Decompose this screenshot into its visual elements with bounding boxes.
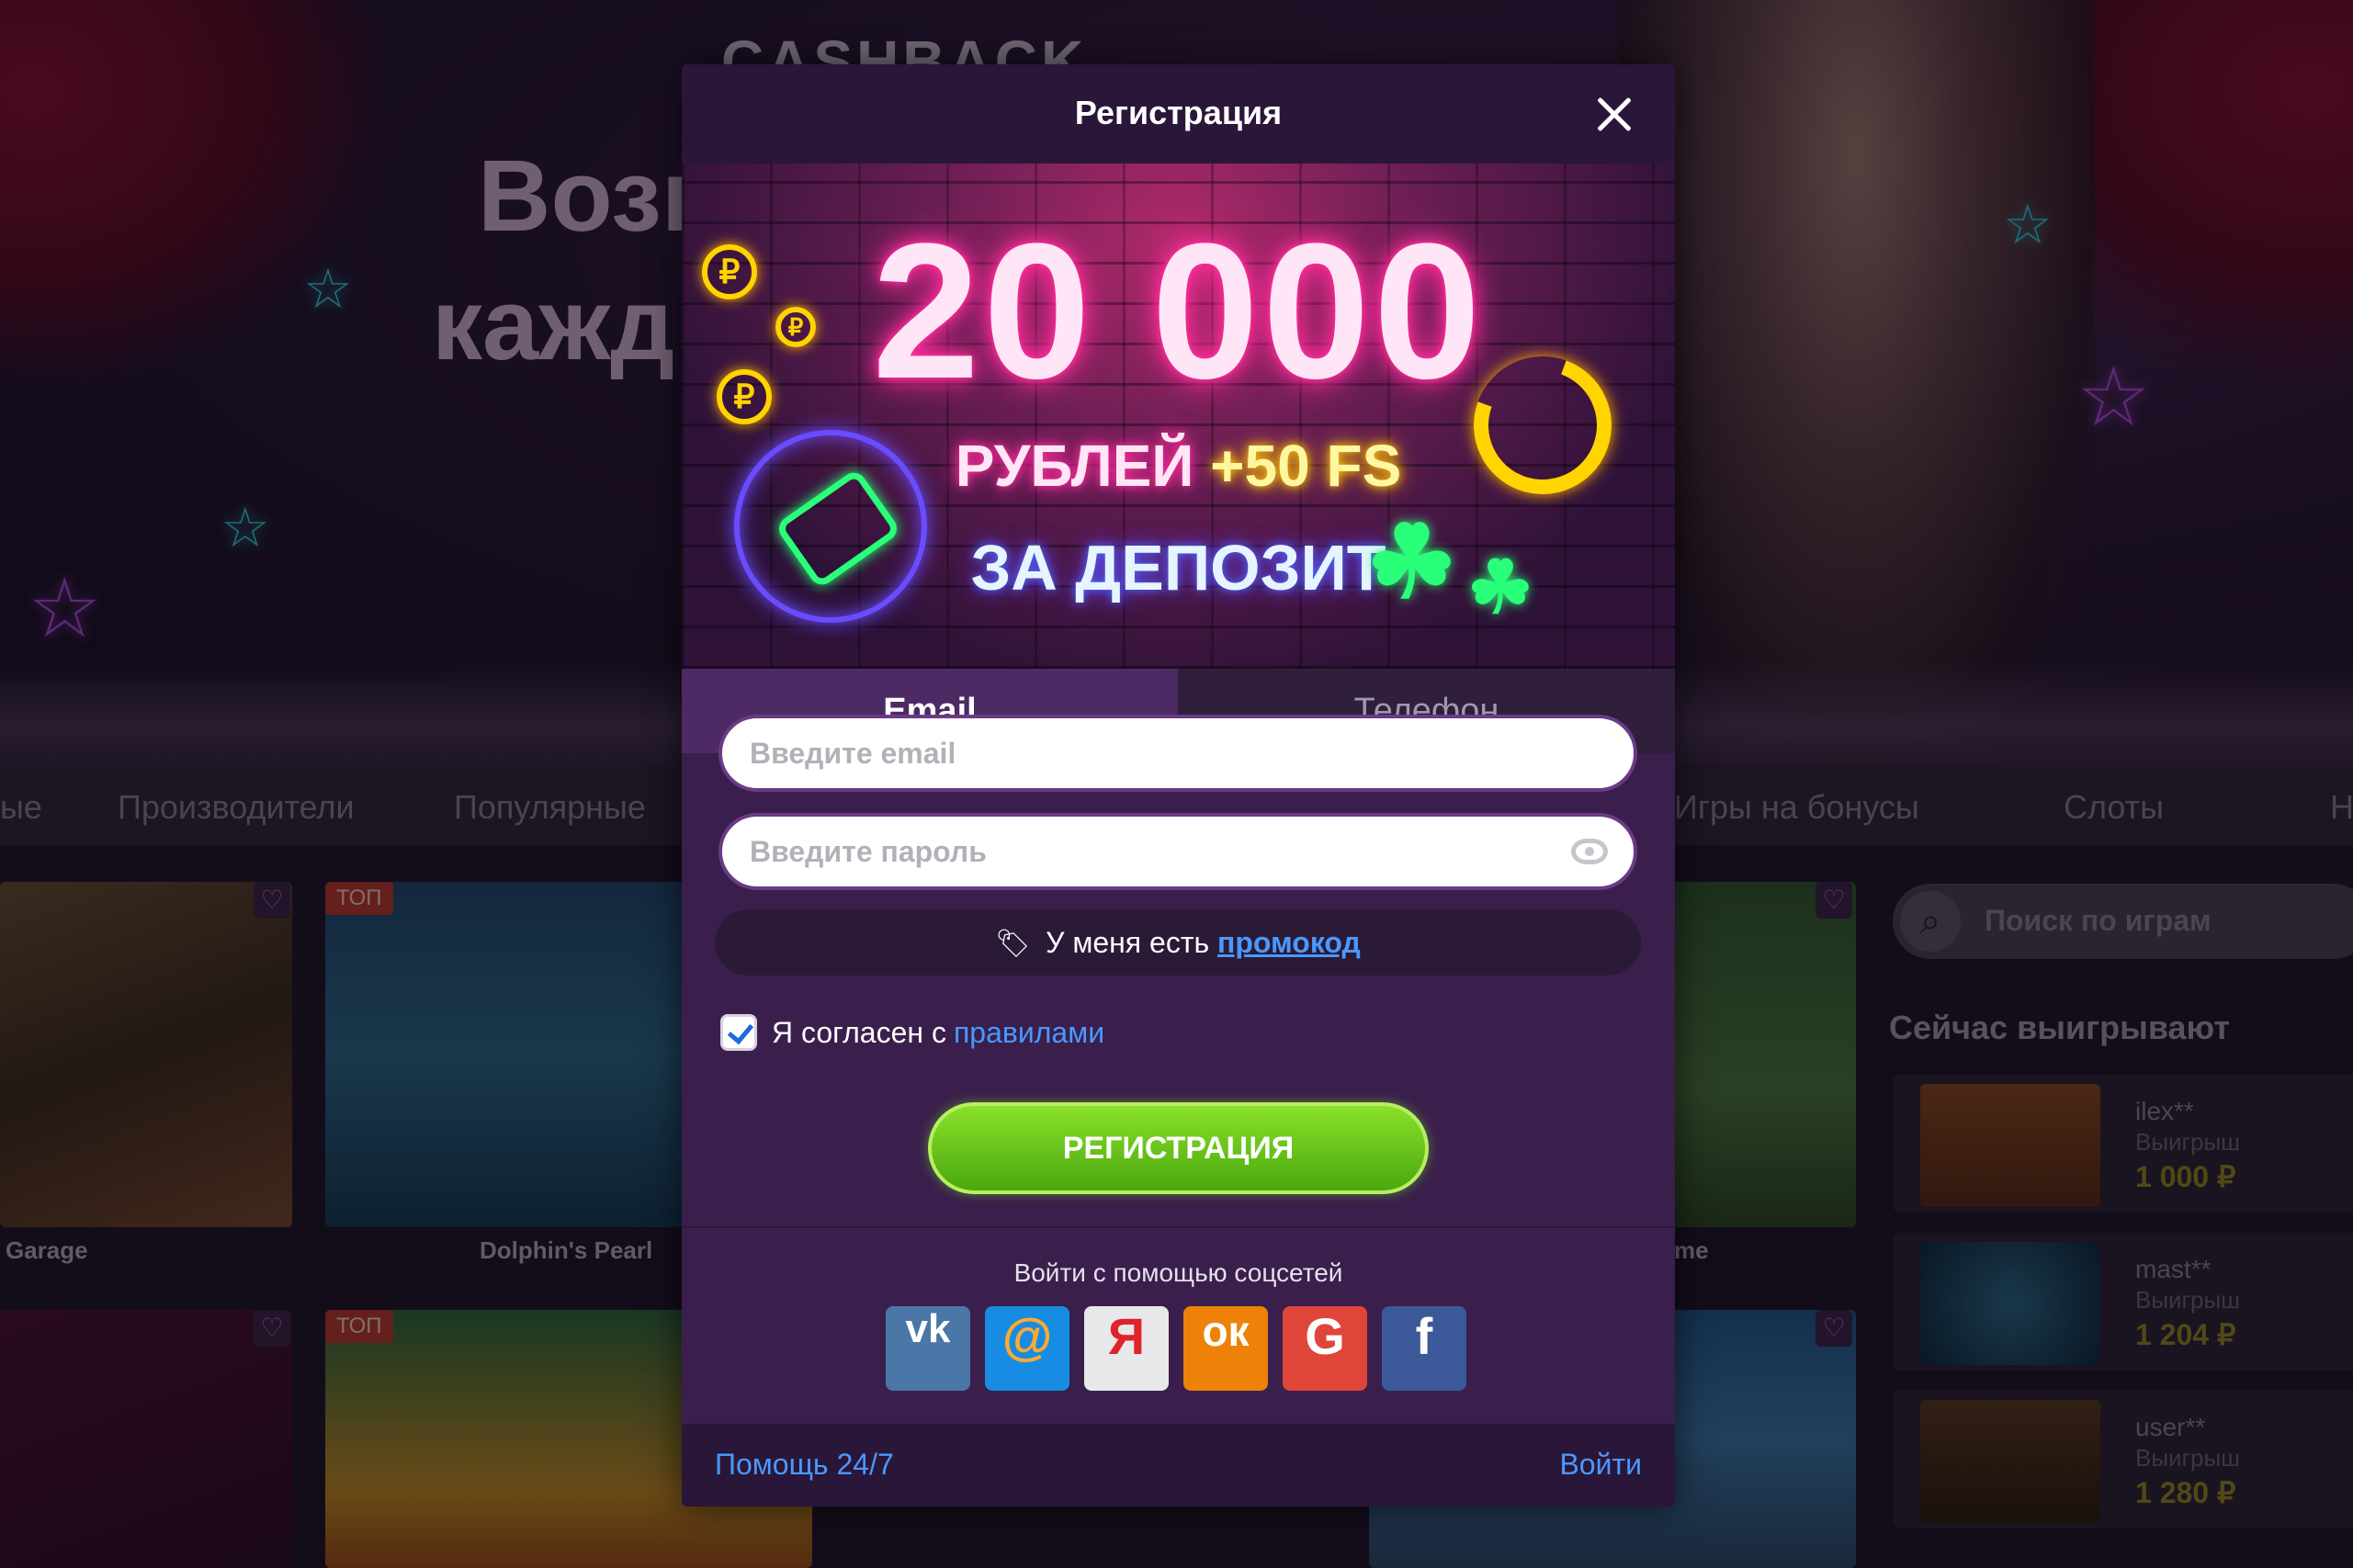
facebook-icon[interactable]: f — [1382, 1306, 1466, 1391]
clover-icon: ☘ — [1467, 547, 1533, 628]
social-login-title: Войти с помощью соцсетей — [1013, 1258, 1343, 1287]
password-input[interactable] — [722, 817, 1634, 886]
google-icon[interactable]: G — [1283, 1306, 1367, 1391]
email-field — [718, 715, 1637, 792]
registration-modal: Регистрация ₽ ₽ ₽ 20 000 РУБЛЕЙ +50 FS З… — [682, 64, 1675, 1506]
clover-icon: ☘ — [1366, 506, 1457, 619]
modal-footer: Помощь 24/7 Войти — [682, 1424, 1675, 1506]
bonus-currency: РУБЛЕЙ — [955, 433, 1194, 499]
promo-text: У меня есть — [1046, 926, 1210, 959]
mailru-icon[interactable]: @ — [985, 1306, 1069, 1391]
password-field — [718, 813, 1637, 890]
divider — [682, 1226, 1675, 1228]
terms-rules-link[interactable]: правилами — [954, 1016, 1104, 1049]
login-link[interactable]: Войти — [1559, 1448, 1642, 1482]
terms-checkbox[interactable] — [720, 1014, 757, 1051]
odnoklassniki-icon[interactable]: ок — [1183, 1306, 1268, 1391]
yandex-icon[interactable]: Я — [1084, 1306, 1169, 1391]
promo-code-row[interactable]: 🏷 У меня есть промокод — [715, 909, 1641, 976]
register-button[interactable]: РЕГИСТРАЦИЯ — [928, 1102, 1429, 1194]
terms-label: Я согласен с — [772, 1016, 946, 1049]
help-link[interactable]: Помощь 24/7 — [715, 1448, 894, 1482]
close-icon[interactable] — [1590, 90, 1638, 138]
email-input[interactable] — [722, 718, 1634, 788]
tag-icon: 🏷 — [995, 929, 1031, 959]
social-login-buttons: vk @ Я ок G f — [886, 1306, 1474, 1391]
bonus-freespins: +50 FS — [1210, 433, 1402, 499]
modal-header: Регистрация — [682, 64, 1675, 164]
promo-code-link[interactable]: промокод — [1217, 926, 1361, 959]
terms-text: Я согласен с правилами — [772, 1016, 1104, 1050]
eye-icon[interactable] — [1571, 839, 1608, 864]
vk-icon[interactable]: vk — [886, 1306, 970, 1391]
bonus-banner: ₽ ₽ ₽ 20 000 РУБЛЕЙ +50 FS ЗА ДЕПОЗИТ ☘ … — [682, 164, 1675, 669]
modal-title: Регистрация — [1074, 94, 1283, 131]
